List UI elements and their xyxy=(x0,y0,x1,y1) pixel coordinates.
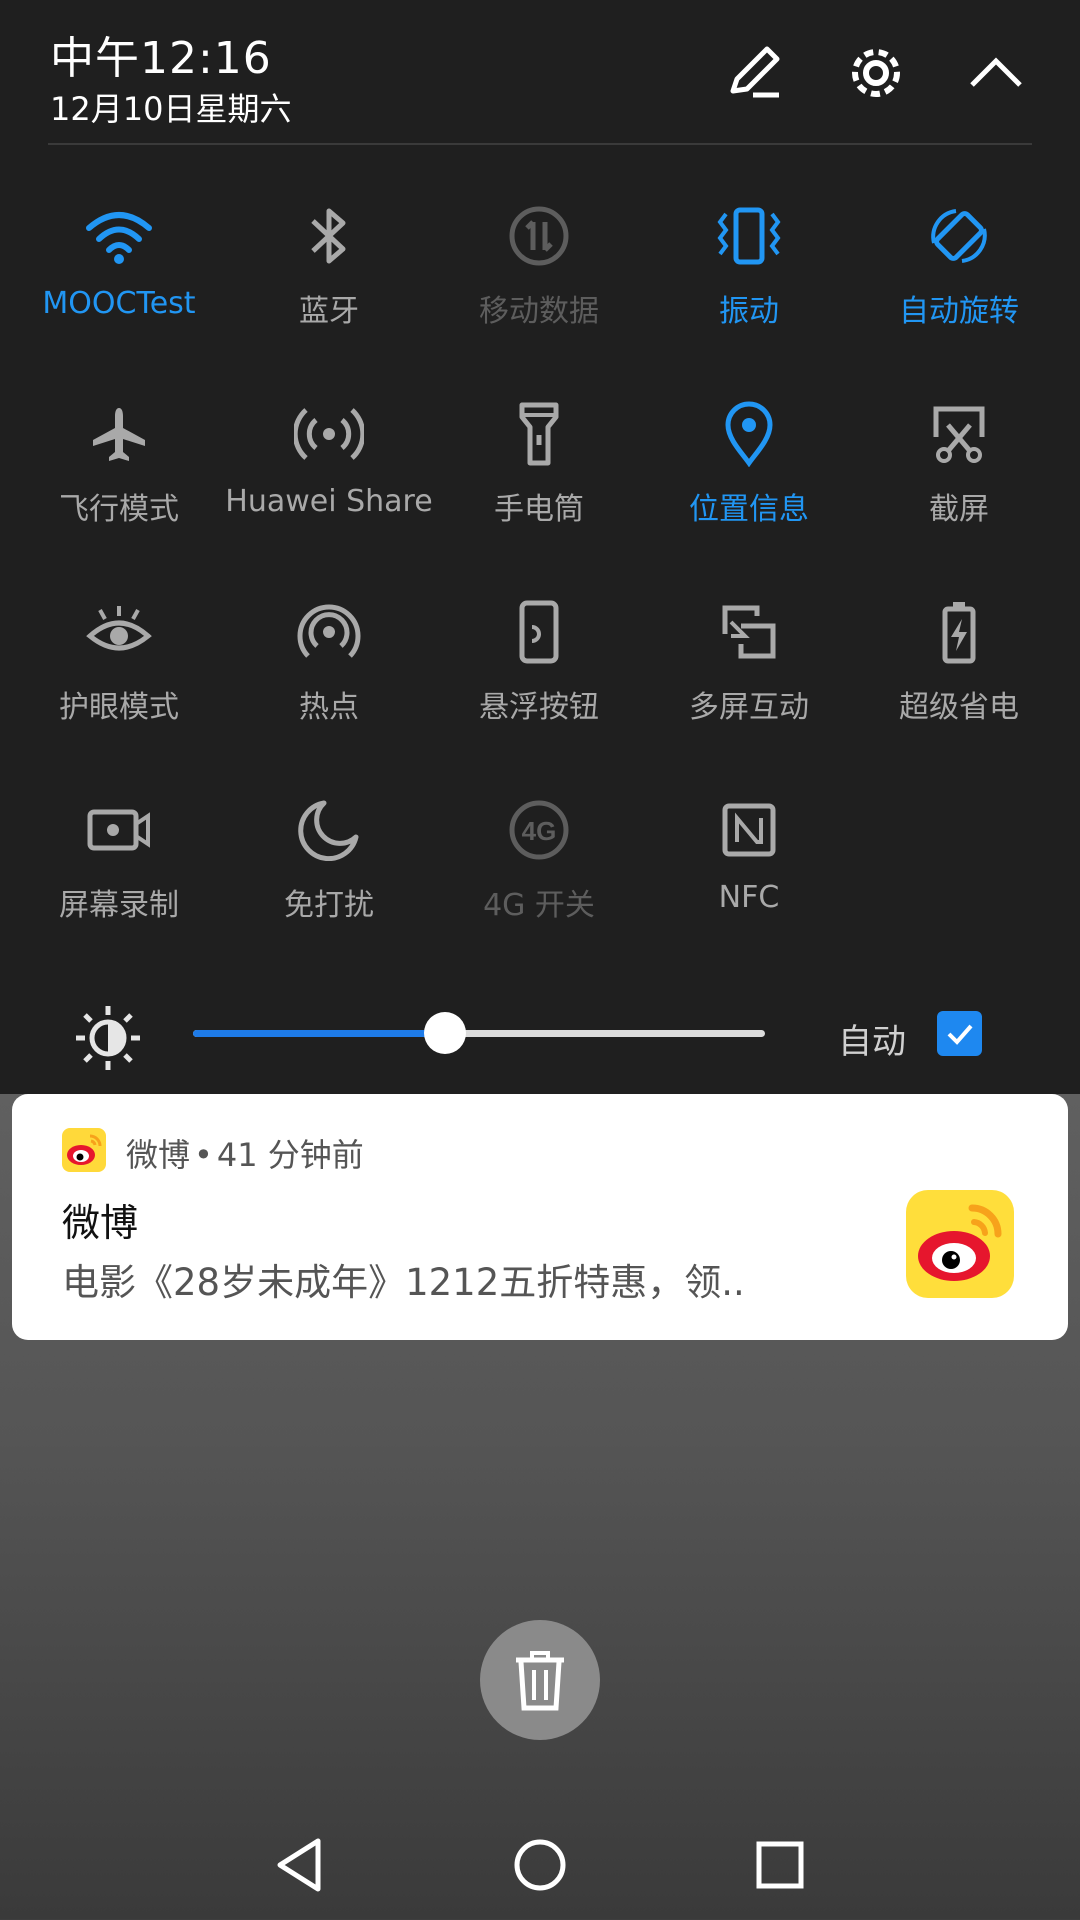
tile-flashlight[interactable]: 手电筒 xyxy=(434,394,644,544)
tile-label: 超级省电 xyxy=(899,690,1019,725)
notification-app-name: 微博 xyxy=(126,1136,191,1174)
auto-brightness-label: 自动 xyxy=(838,1022,906,1062)
tile-label: 截屏 xyxy=(929,492,989,527)
clear-all-notifications-button[interactable] xyxy=(480,1620,600,1740)
tile-eye-comfort[interactable]: 护眼模式 xyxy=(14,592,224,742)
tile-auto-rotate[interactable]: 自动旋转 xyxy=(854,196,1064,346)
check-icon xyxy=(947,1024,973,1045)
battery-saver-icon xyxy=(919,592,999,672)
trash-icon xyxy=(516,1651,564,1711)
brightness-icon xyxy=(74,1004,142,1072)
multi-screen-icon xyxy=(709,592,789,672)
auto-brightness-checkbox[interactable] xyxy=(937,1011,982,1056)
tile-mobile-data[interactable]: 移动数据 xyxy=(434,196,644,346)
4g-icon: 4G xyxy=(499,790,579,870)
eye-comfort-icon xyxy=(79,592,159,672)
notification-body: 电影《28岁未成年》1212五折特惠，领.. xyxy=(62,1261,745,1304)
flashlight-icon xyxy=(499,394,579,474)
airplane-icon xyxy=(79,394,159,474)
huawei-share-icon xyxy=(289,394,369,474)
weibo-app-icon xyxy=(62,1128,106,1172)
tile-hotspot[interactable]: 热点 xyxy=(224,592,434,742)
tile-location[interactable]: 位置信息 xyxy=(644,394,854,544)
mobile-data-icon xyxy=(499,196,579,276)
nav-recents-icon[interactable] xyxy=(750,1835,810,1895)
moon-icon xyxy=(289,790,369,870)
tile-bluetooth[interactable]: 蓝牙 xyxy=(224,196,434,346)
settings-gear-icon[interactable] xyxy=(841,38,911,108)
hotspot-icon xyxy=(289,592,369,672)
meta-separator: • xyxy=(194,1136,213,1174)
screen-record-icon xyxy=(79,790,159,870)
tile-screen-record[interactable]: 屏幕录制 xyxy=(14,790,224,940)
auto-rotate-icon xyxy=(919,196,999,276)
status-time: 中午12:16 xyxy=(50,33,272,84)
nav-back-icon[interactable] xyxy=(270,1835,330,1895)
brightness-slider[interactable] xyxy=(193,1012,765,1054)
brightness-thumb[interactable] xyxy=(423,1012,466,1054)
tile-4g[interactable]: 4G 4G 开关 xyxy=(434,790,644,940)
notification-time: 41 分钟前 xyxy=(216,1136,364,1174)
tile-screenshot[interactable]: 截屏 xyxy=(854,394,1064,544)
tile-label: NFC xyxy=(718,880,780,915)
tile-nfc[interactable]: NFC xyxy=(644,790,854,940)
tile-wifi[interactable]: MOOCTest xyxy=(14,196,224,346)
tile-airplane[interactable]: 飞行模式 xyxy=(14,394,224,544)
notification-title: 微博 xyxy=(62,1201,139,1245)
tile-do-not-disturb[interactable]: 免打扰 xyxy=(224,790,434,940)
brightness-fill xyxy=(193,1030,445,1037)
vibrate-icon xyxy=(709,196,789,276)
nav-home-icon[interactable] xyxy=(510,1835,570,1895)
status-date: 12月10日星期六 xyxy=(50,90,292,128)
nfc-icon xyxy=(709,790,789,870)
svg-text:4G: 4G xyxy=(522,816,557,846)
wifi-icon xyxy=(79,196,159,276)
header-divider xyxy=(48,143,1032,145)
notification-card[interactable]: 微博 • 41 分钟前 微博 电影《28岁未成年》1212五折特惠，领.. xyxy=(12,1094,1068,1340)
tile-multi-screen[interactable]: 多屏互动 xyxy=(644,592,854,742)
location-pin-icon xyxy=(709,394,789,474)
tile-vibrate[interactable]: 振动 xyxy=(644,196,854,346)
edit-icon[interactable] xyxy=(720,38,790,108)
screenshot-icon xyxy=(919,394,999,474)
bluetooth-icon xyxy=(289,196,369,276)
tile-battery-saver[interactable]: 超级省电 xyxy=(854,592,1064,742)
tile-floating-button[interactable]: 悬浮按钮 xyxy=(434,592,644,742)
tile-huawei-share[interactable]: Huawei Share xyxy=(224,394,434,544)
collapse-chevron-up-icon[interactable] xyxy=(961,38,1031,108)
weibo-large-icon xyxy=(906,1190,1014,1298)
tile-label: 自动旋转 xyxy=(899,294,1019,329)
floating-button-icon xyxy=(499,592,579,672)
notification-meta: 微博 • 41 分钟前 xyxy=(126,1130,364,1176)
